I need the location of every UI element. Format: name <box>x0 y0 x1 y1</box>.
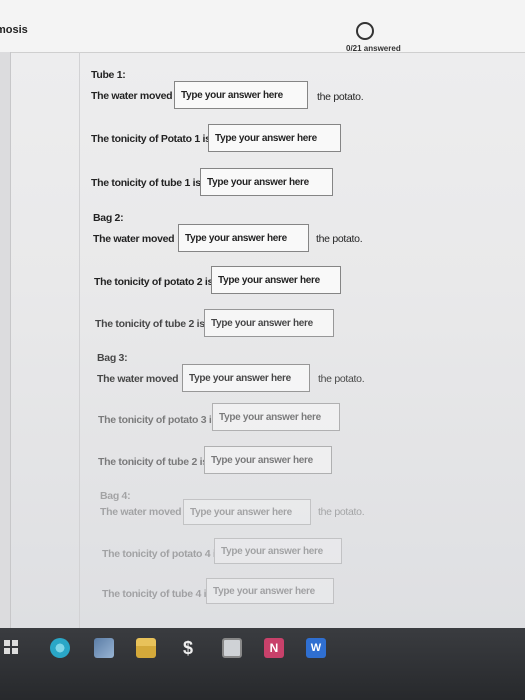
bag4-heading: Bag 4: <box>100 490 131 502</box>
bag2-heading: Bag 2: <box>93 212 124 224</box>
tube1-potato-input[interactable] <box>208 124 341 152</box>
bag3-heading: Bag 3: <box>97 352 128 364</box>
tube1-tube-label: The tonicity of tube 1 is <box>91 177 201 189</box>
bag2-suffix: the potato. <box>316 233 363 245</box>
bag3-water-input[interactable] <box>182 364 310 392</box>
money-app-icon[interactable]: $ <box>178 638 198 658</box>
taskbar: $ N W <box>0 628 525 700</box>
bag3-tube-input[interactable] <box>204 446 332 474</box>
bag2-potato-input[interactable] <box>211 266 341 294</box>
onenote-icon[interactable]: N <box>264 638 284 658</box>
progress-ring-icon <box>356 22 374 40</box>
bag4-water-label: The water moved <box>100 506 182 518</box>
top-bar: mosis 0/21 answered <box>0 0 525 53</box>
onenote-letter: N <box>269 641 279 655</box>
bag2-water-input[interactable] <box>178 224 309 252</box>
calculator-icon[interactable] <box>222 638 242 658</box>
bag3-potato-label: The tonicity of potato 3 is <box>98 414 218 426</box>
bag2-water-label: The water moved <box>93 233 175 245</box>
left-rail <box>0 52 11 628</box>
bag2-potato-label: The tonicity of potato 2 is <box>94 276 214 288</box>
app-title: mosis <box>0 24 28 36</box>
file-explorer-icon[interactable] <box>136 638 156 658</box>
quiz-window: mosis 0/21 answered Tube 1: The water mo… <box>0 0 525 628</box>
tube1-heading: Tube 1: <box>91 69 126 81</box>
chrome-icon[interactable] <box>50 638 70 658</box>
windows-icon[interactable] <box>4 640 18 654</box>
tube1-suffix: the potato. <box>317 91 364 103</box>
bag4-water-input[interactable] <box>183 499 311 525</box>
word-icon[interactable]: W <box>306 638 326 658</box>
tube1-tube-input[interactable] <box>200 168 333 196</box>
bag4-suffix: the potato. <box>318 506 365 518</box>
answered-count: 0/21 answered <box>346 44 401 53</box>
tube1-potato-label: The tonicity of Potato 1 is <box>91 133 211 145</box>
word-letter: W <box>310 642 322 654</box>
photos-icon[interactable] <box>94 638 114 658</box>
bag3-potato-input[interactable] <box>212 403 340 431</box>
tube1-water-label: The water moved <box>91 90 173 102</box>
bag3-tube-label: The tonicity of tube 2 is <box>98 456 208 468</box>
bag3-water-label: The water moved <box>97 373 179 385</box>
bag4-potato-label: The tonicity of potato 4 is <box>102 548 222 560</box>
bag3-suffix: the potato. <box>318 373 365 385</box>
bag2-tube-label: The tonicity of tube 2 is <box>95 318 205 330</box>
content-divider <box>79 52 80 628</box>
bag2-tube-input[interactable] <box>204 309 334 337</box>
bag4-tube-label: The tonicity of tube 4 is <box>102 588 212 600</box>
bag4-potato-input[interactable] <box>214 538 342 564</box>
bag4-tube-input[interactable] <box>206 578 334 604</box>
tube1-water-input[interactable] <box>174 81 308 109</box>
